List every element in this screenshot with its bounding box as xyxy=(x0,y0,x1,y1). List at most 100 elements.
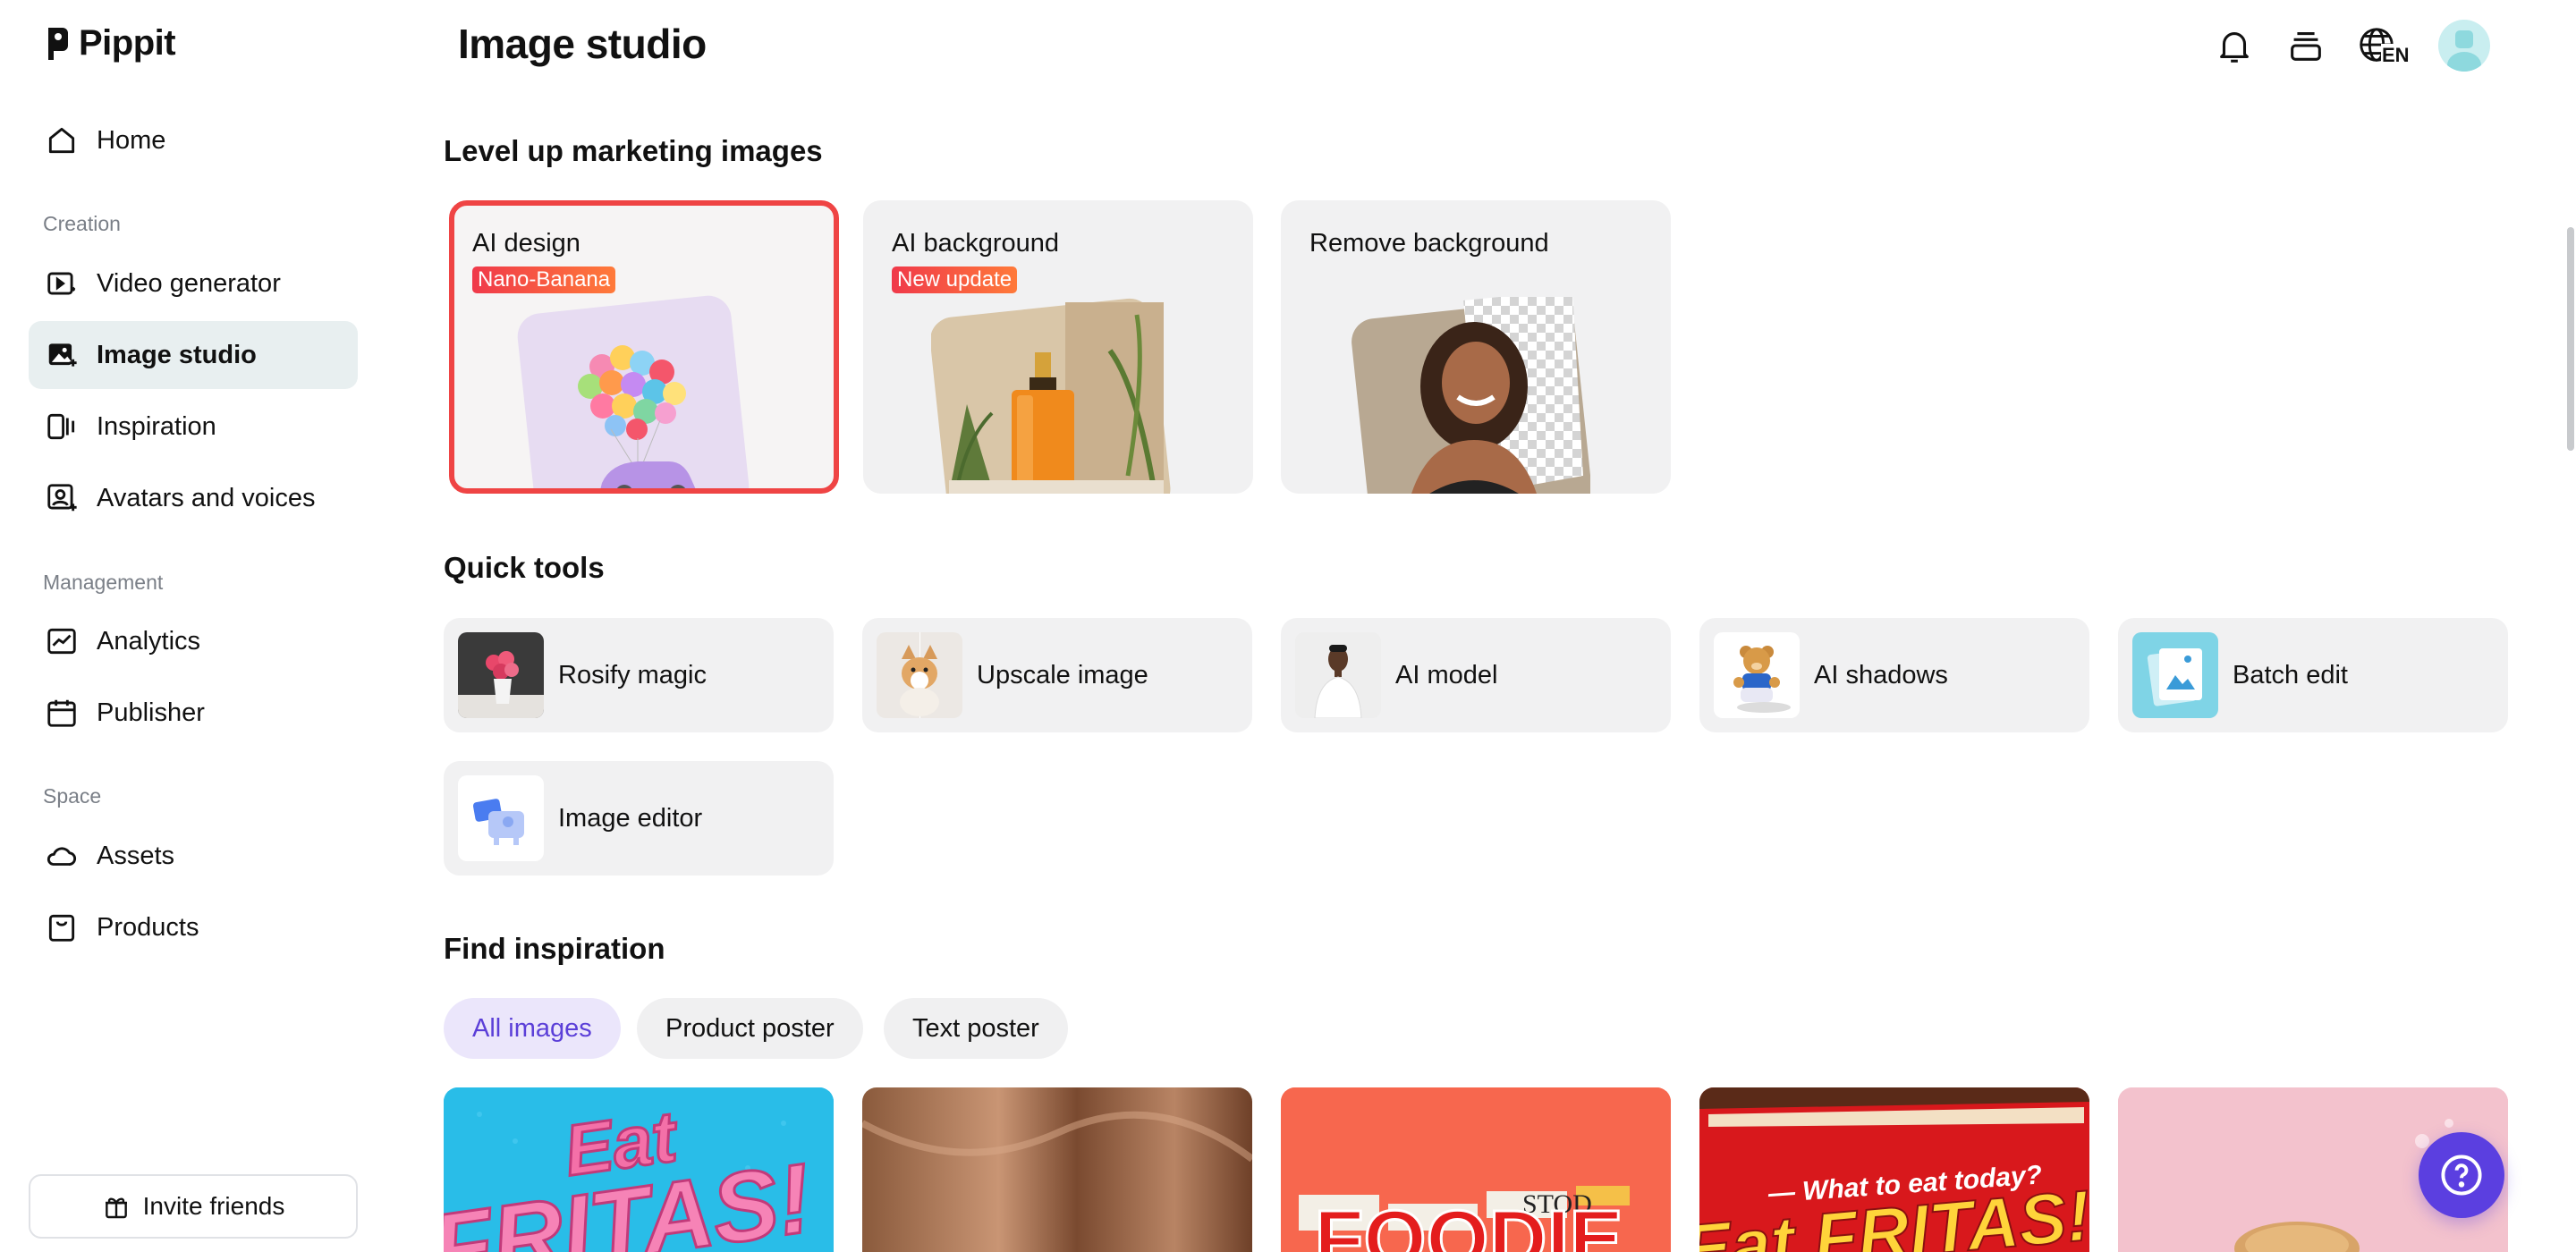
sidebar-item-inspiration[interactable]: Inspiration xyxy=(29,393,358,461)
teddy-bear-image xyxy=(1714,632,1800,718)
card-badge: New update xyxy=(892,266,1018,293)
tool-label: Rosify magic xyxy=(558,660,707,689)
help-button[interactable] xyxy=(2419,1132,2504,1218)
tool-label: Image editor xyxy=(558,803,703,833)
scrollbar[interactable] xyxy=(2563,107,2576,1252)
tool-image-editor[interactable]: Image editor xyxy=(444,761,834,876)
batch-edit-thumbnail xyxy=(2132,632,2218,718)
sidebar: Pippit Home Creation Video generator Ima… xyxy=(0,0,385,1252)
model-man-image xyxy=(1295,632,1381,718)
language-button[interactable]: EN xyxy=(2356,21,2411,71)
tool-label: Batch edit xyxy=(2233,660,2348,689)
sidebar-item-video-generator[interactable]: Video generator xyxy=(29,250,358,317)
image-editor-thumbnail xyxy=(458,775,544,861)
sidebar-item-publisher[interactable]: Publisher xyxy=(29,679,358,747)
portrait-checkerboard-image xyxy=(1352,297,1590,494)
page-title: Image studio xyxy=(458,21,707,67)
language-code: EN xyxy=(2381,44,2411,67)
inspiration-card-foodie[interactable]: STOD FOODIE xyxy=(1281,1087,1671,1252)
section-label-creation: Creation xyxy=(43,212,121,235)
ai-background-card[interactable]: AI background New update xyxy=(863,200,1253,494)
sidebar-item-label: Assets xyxy=(97,841,175,870)
card-title: Remove background xyxy=(1309,229,1549,258)
foodie-poster-image: STOD FOODIE xyxy=(1281,1087,1671,1252)
calendar-icon xyxy=(47,699,76,727)
image-studio-icon xyxy=(48,343,77,367)
sidebar-item-avatars-voices[interactable]: Avatars and voices xyxy=(29,464,358,532)
image-editor-icon xyxy=(458,775,544,861)
card-badge: Nano-Banana xyxy=(472,266,616,293)
upscale-thumbnail xyxy=(877,632,962,718)
sidebar-item-label: Inspiration xyxy=(97,411,216,441)
batch-edit-image xyxy=(2132,632,2218,718)
tool-label: Upscale image xyxy=(977,660,1148,689)
eat-fritas-poster-image: Eat FRITAS! xyxy=(444,1087,834,1252)
sidebar-item-label: Products xyxy=(97,912,199,942)
filter-all-images[interactable]: All images xyxy=(444,998,621,1059)
invite-friends-label: Invite friends xyxy=(142,1192,285,1220)
sidebar-item-label: Video generator xyxy=(97,268,281,298)
ai-model-thumbnail xyxy=(1295,632,1381,718)
sidebar-item-label: Home xyxy=(97,125,166,155)
inspiration-card-silk-product[interactable] xyxy=(862,1087,1252,1252)
credits-button[interactable] xyxy=(2284,24,2327,67)
sidebar-item-label: Publisher xyxy=(97,698,205,727)
bell-icon xyxy=(2220,32,2249,63)
perfume-bottle-image xyxy=(931,298,1171,494)
sidebar-item-products[interactable]: Products xyxy=(29,893,358,961)
tool-ai-shadows[interactable]: AI shadows xyxy=(1699,618,2089,732)
section-label-space: Space xyxy=(43,784,102,808)
svg-text:FOODIE: FOODIE xyxy=(1314,1195,1623,1252)
ai-shadows-thumbnail xyxy=(1714,632,1800,718)
tool-ai-model[interactable]: AI model xyxy=(1281,618,1671,732)
card-title: AI design xyxy=(472,229,580,258)
stack-icon xyxy=(2291,32,2321,61)
inspiration-card-what-to-eat[interactable]: — What to eat today? Eat FRITAS! xyxy=(1699,1087,2089,1252)
sidebar-item-image-studio[interactable]: Image studio xyxy=(29,321,358,389)
marketing-heading: Level up marketing images xyxy=(444,134,823,167)
tool-rosify-magic[interactable]: Rosify magic xyxy=(444,618,834,732)
brand-name: Pippit xyxy=(79,23,176,63)
remove-background-card[interactable]: Remove background xyxy=(1281,200,1671,494)
ai-design-card[interactable]: AI design Nano-Banana xyxy=(449,200,839,494)
tool-upscale-image[interactable]: Upscale image xyxy=(862,618,1252,732)
corgi-image xyxy=(877,632,962,718)
tool-label: AI model xyxy=(1395,660,1498,689)
home-icon xyxy=(48,127,75,154)
header-actions: EN xyxy=(2213,20,2490,72)
what-to-eat-poster-image: — What to eat today? Eat FRITAS! xyxy=(1699,1087,2089,1252)
gift-icon xyxy=(105,1197,127,1219)
inspiration-heading: Find inspiration xyxy=(444,932,665,965)
rosify-thumbnail xyxy=(458,632,544,718)
question-icon xyxy=(2441,1155,2482,1196)
filter-text-poster[interactable]: Text poster xyxy=(884,998,1068,1059)
sidebar-item-label: Analytics xyxy=(97,626,201,656)
avatar-voice-icon xyxy=(47,484,77,512)
section-label-management: Management xyxy=(43,571,164,594)
card-title: AI background xyxy=(892,229,1060,258)
balloon-car-image xyxy=(517,295,750,488)
tool-label: AI shadows xyxy=(1814,660,1948,689)
product-box-icon xyxy=(48,914,75,942)
sidebar-item-label: Image studio xyxy=(97,340,257,369)
rose-vase-image xyxy=(458,632,544,718)
filter-product-poster[interactable]: Product poster xyxy=(637,998,863,1059)
video-generator-icon xyxy=(47,272,76,295)
inspiration-card-eat-fritas[interactable]: Eat FRITAS! xyxy=(444,1087,834,1252)
cloud-icon xyxy=(47,847,77,866)
sidebar-item-label: Avatars and voices xyxy=(97,483,316,512)
quick-tools-heading: Quick tools xyxy=(444,551,605,584)
notifications-button[interactable] xyxy=(2213,24,2256,67)
pippit-logo-icon xyxy=(48,27,68,60)
invite-friends-button[interactable]: Invite friends xyxy=(29,1174,358,1239)
sidebar-item-analytics[interactable]: Analytics xyxy=(29,607,358,675)
brand-logo[interactable]: Pippit xyxy=(45,23,176,63)
scrollbar-thumb[interactable] xyxy=(2567,227,2574,451)
user-avatar[interactable] xyxy=(2438,20,2490,72)
silk-fabric-image xyxy=(862,1087,1252,1252)
tool-batch-edit[interactable]: Batch edit xyxy=(2118,618,2508,732)
analytics-icon xyxy=(47,628,76,655)
sidebar-item-assets[interactable]: Assets xyxy=(29,822,358,890)
inspiration-icon xyxy=(47,413,75,440)
sidebar-item-home[interactable]: Home xyxy=(29,106,358,174)
